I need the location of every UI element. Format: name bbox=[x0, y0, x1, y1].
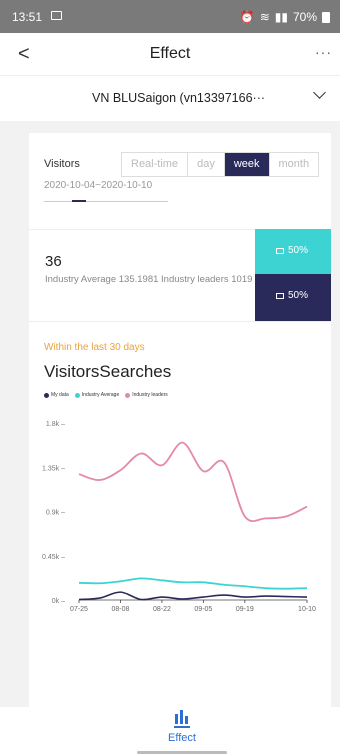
segment-day[interactable]: day bbox=[188, 153, 225, 176]
segment-week[interactable]: week bbox=[224, 153, 270, 176]
y-tick-label: 0.9k – bbox=[46, 510, 65, 517]
signal-icon: ▮▮ bbox=[274, 10, 288, 24]
x-tick-label: 09-05 bbox=[194, 606, 212, 613]
alarm-icon: ⏰ bbox=[239, 10, 255, 24]
tab-effect[interactable]: Effect bbox=[0, 732, 340, 744]
legend-label: Industry Average bbox=[81, 392, 120, 398]
legend-dot-icon bbox=[74, 392, 80, 398]
visitors-label: Visitors bbox=[44, 158, 80, 170]
segment-realtime[interactable]: Real-time bbox=[122, 153, 189, 176]
x-tick-label: 07-25 bbox=[70, 606, 88, 613]
x-tick-label: 08-22 bbox=[153, 606, 171, 613]
date-range: 2020-10-04~2020-10-10 bbox=[44, 180, 153, 191]
legend-label: Industry leaders bbox=[132, 392, 168, 398]
divider bbox=[29, 229, 255, 230]
legend-item-industry-leaders: Industry leaders bbox=[125, 392, 168, 398]
y-tick-label: 1.35k – bbox=[42, 465, 65, 472]
series-line-industry-leaders bbox=[78, 441, 308, 523]
status-bar: 13:51 ⏰ ≋ ▮▮ 70% bbox=[0, 0, 340, 33]
industry-leaders: Industry leaders 1019 bbox=[161, 274, 253, 285]
chart-title: VisitorsSearches bbox=[44, 362, 172, 381]
segment-month[interactable]: month bbox=[270, 153, 319, 176]
stats-card: Visitors Real-time day week month 2020-1… bbox=[29, 133, 331, 708]
monitor-icon bbox=[276, 247, 284, 254]
legend-dot-icon bbox=[44, 392, 49, 398]
app-header: < Effect ··· bbox=[0, 33, 340, 75]
series-line-industry-average bbox=[78, 577, 308, 590]
y-tick-label: 1.8k – bbox=[46, 421, 65, 428]
mobile-share-box: 50% bbox=[255, 274, 331, 321]
legend-dot-icon bbox=[125, 392, 131, 398]
legend-item-my-data: My data bbox=[44, 392, 69, 398]
y-tick-label: 0k – bbox=[52, 598, 65, 605]
series-line-my-data bbox=[78, 591, 308, 601]
mobile-share: 50% bbox=[288, 290, 309, 301]
bar-chart-icon[interactable] bbox=[174, 710, 190, 728]
visitor-count: 36 bbox=[45, 253, 62, 270]
chart-legend: My data Industry Average Industry leader… bbox=[44, 392, 168, 398]
battery-percent: 70% bbox=[292, 10, 317, 24]
status-time: 13:51 bbox=[12, 10, 43, 24]
industry-average: Industry Average 135.1981 bbox=[45, 274, 159, 285]
time-window-label: Within the last 30 days bbox=[44, 342, 145, 353]
pc-share-box: 50% bbox=[255, 229, 331, 274]
chevron-down-icon[interactable] bbox=[313, 86, 326, 99]
x-tick-label: 10-10 bbox=[298, 606, 316, 613]
store-name: VN BLUSaigon (vn13397166··· bbox=[92, 91, 266, 105]
more-icon[interactable]: ··· bbox=[315, 44, 332, 60]
industry-text: Industry Average 135.1981 Industry leade… bbox=[45, 275, 255, 285]
tablet-icon bbox=[276, 292, 284, 299]
y-tick-label: 0.45k – bbox=[42, 554, 65, 561]
wifi-icon: ≋ bbox=[259, 10, 270, 24]
battery-icon bbox=[322, 11, 330, 23]
indicator-thumb bbox=[72, 200, 86, 202]
x-tick-label: 08-08 bbox=[112, 606, 130, 613]
bottom-tab-bar bbox=[0, 707, 340, 755]
visitors-line-chart: 0k – 0.45k – 0.9k – 1.35k – 1.8k – 07-25 08-08… bbox=[42, 421, 316, 613]
legend-label: My data bbox=[51, 392, 69, 398]
home-indicator bbox=[137, 751, 227, 754]
store-selector[interactable]: VN BLUSaigon (vn13397166··· bbox=[0, 75, 340, 121]
x-tick-label: 09-19 bbox=[236, 606, 254, 613]
pc-share: 50% bbox=[288, 245, 309, 256]
period-indicator bbox=[44, 200, 168, 202]
legend-item-industry-average: Industry Average bbox=[74, 392, 120, 398]
period-segmented-control: Real-time day week month bbox=[121, 152, 320, 177]
page-title: Effect bbox=[149, 45, 191, 62]
status-icons: ⏰ ≋ ▮▮ 70% bbox=[240, 10, 330, 24]
gallery-icon bbox=[51, 11, 62, 20]
stats-block: 36 Industry Average 135.1981 Industry le… bbox=[29, 229, 331, 322]
